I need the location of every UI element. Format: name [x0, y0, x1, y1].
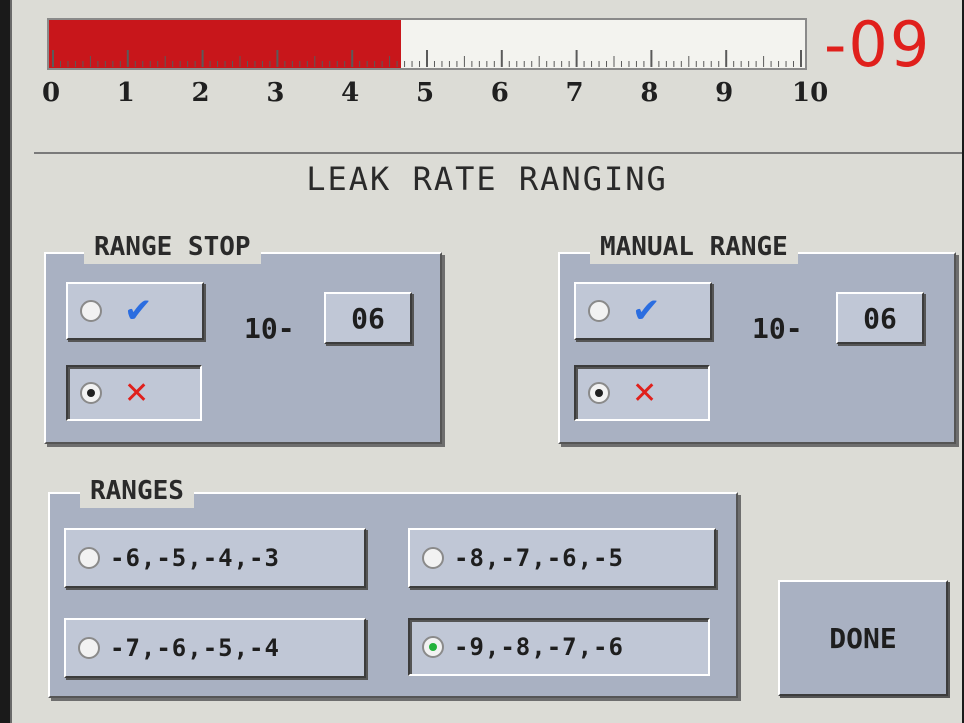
page-title: LEAK RATE RANGING	[306, 160, 668, 198]
range-option-label: -6,-5,-4,-3	[110, 544, 280, 572]
range-stop-enable-button[interactable]: ✔	[66, 282, 204, 340]
scale-label: 3	[266, 78, 285, 108]
range-option-4[interactable]: -9,-8,-7,-6	[408, 618, 710, 676]
screen: -09 0 1 2 3 4 5 6 7 8 9 10 LEAK RATE RANGING RANGE…	[10, 0, 962, 723]
scale-label: 6	[490, 78, 509, 108]
range-stop-disable-button[interactable]: ✕	[66, 365, 202, 421]
scale-label: 2	[191, 78, 210, 108]
radio-icon	[588, 300, 610, 322]
radio-icon	[80, 300, 102, 322]
leak-rate-bar	[47, 18, 807, 70]
range-option-3[interactable]: -7,-6,-5,-4	[64, 618, 366, 678]
scale-label: 8	[640, 78, 659, 108]
range-option-label: -7,-6,-5,-4	[110, 634, 280, 662]
scale-label: 0	[41, 78, 61, 108]
leak-rate-bar-ticks	[52, 50, 802, 67]
scale-label: 5	[415, 78, 435, 108]
check-icon: ✔	[632, 291, 661, 331]
range-stop-label: RANGE STOP	[84, 230, 261, 264]
range-option-1[interactable]: -6,-5,-4,-3	[64, 528, 366, 588]
scale-label: 4	[341, 78, 360, 108]
range-option-label: -8,-7,-6,-5	[454, 544, 624, 572]
radio-icon	[78, 547, 100, 569]
radio-selected-icon	[422, 636, 444, 658]
radio-icon	[78, 637, 100, 659]
radio-selected-icon	[80, 382, 102, 404]
radio-selected-icon	[588, 382, 610, 404]
range-stop-exponent-button[interactable]: 06	[324, 292, 412, 344]
scale-label: 1	[116, 78, 135, 108]
divider	[34, 152, 962, 154]
leak-rate-exponent: -09	[824, 8, 932, 81]
radio-icon	[422, 547, 444, 569]
check-icon: ✔	[124, 291, 153, 331]
scale-label: 10	[792, 78, 829, 108]
range-stop-exp-prefix: 10-	[244, 312, 295, 345]
range-option-label: -9,-8,-7,-6	[454, 633, 624, 661]
scale-label: 7	[565, 78, 584, 108]
manual-range-exp-prefix: 10-	[752, 312, 803, 345]
manual-range-exponent-button[interactable]: 06	[836, 292, 924, 344]
scale-label: 9	[715, 78, 734, 108]
done-button[interactable]: DONE	[778, 580, 948, 696]
ranges-label: RANGES	[80, 474, 194, 508]
x-icon: ✕	[124, 375, 150, 411]
manual-range-enable-button[interactable]: ✔	[574, 282, 712, 340]
manual-range-disable-button[interactable]: ✕	[574, 365, 710, 421]
range-option-2[interactable]: -8,-7,-6,-5	[408, 528, 716, 588]
x-icon: ✕	[632, 375, 658, 411]
manual-range-label: MANUAL RANGE	[590, 230, 798, 264]
